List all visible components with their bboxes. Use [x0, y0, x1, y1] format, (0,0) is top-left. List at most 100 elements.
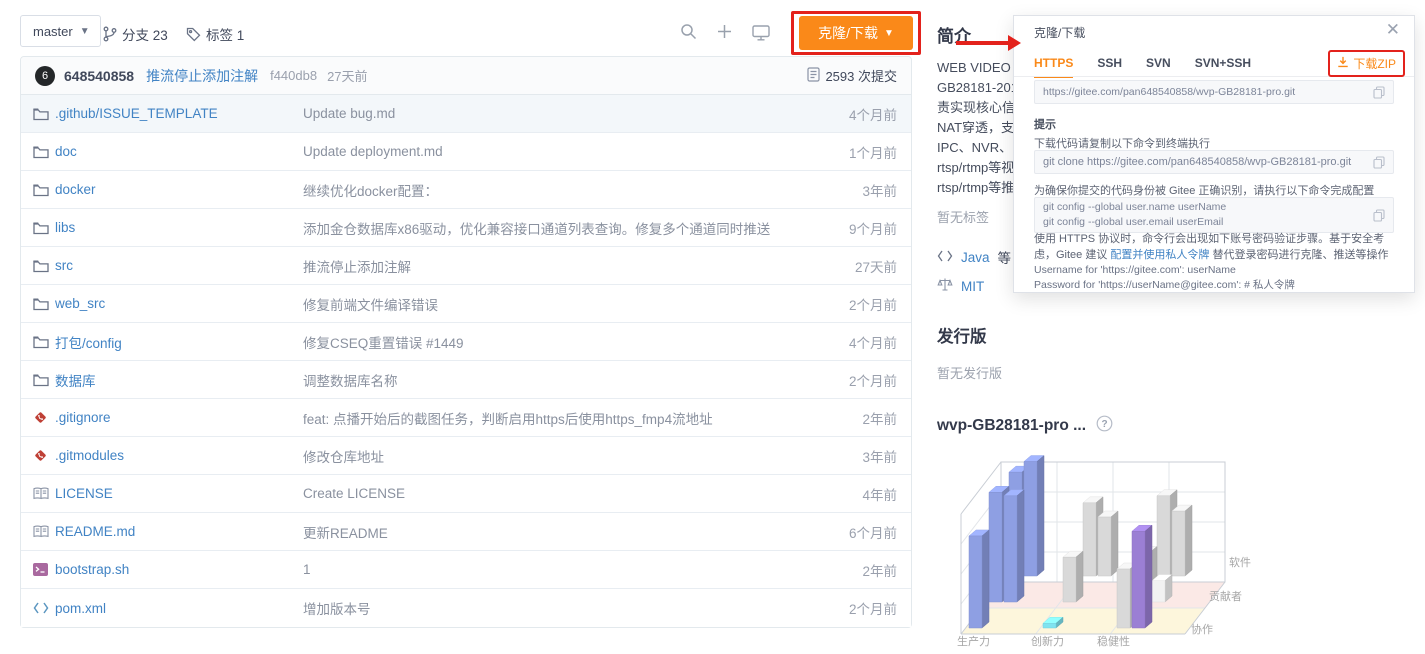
https-note-part2: 替代登录密码进行克隆、推送等操作: [1209, 249, 1388, 261]
code-icon: [937, 250, 953, 265]
chart-bar: [1152, 575, 1172, 602]
download-zip-label: 下载ZIP: [1353, 55, 1396, 72]
file-commit-message[interactable]: 推流停止添加注解: [303, 256, 807, 276]
file-commit-message[interactable]: 调整数据库名称: [303, 370, 807, 390]
file-name-link[interactable]: LICENSE: [55, 486, 303, 501]
file-name-link[interactable]: docker: [55, 182, 303, 197]
book-icon: [33, 487, 55, 500]
file-commit-message[interactable]: 修复前端文件编译错误: [303, 294, 807, 314]
example-username: Username for 'https://gitee.com': userNa…: [1034, 263, 1396, 278]
monitor-icon[interactable]: [752, 25, 770, 46]
tab-svn+ssh[interactable]: SVN+SSH: [1195, 56, 1251, 78]
git-clone-value: git clone https://gitee.com/pan648540858…: [1043, 156, 1351, 168]
file-commit-message[interactable]: 修复CSEQ重置错误 #1449: [303, 332, 807, 352]
chart-title-row: wvp-GB28181-pro ... ?: [937, 415, 1113, 437]
z-axis-label: 贡献者: [1209, 589, 1242, 603]
file-commit-message[interactable]: 1: [303, 562, 807, 577]
file-name-link[interactable]: .github/ISSUE_TEMPLATE: [55, 106, 303, 121]
file-name-link[interactable]: libs: [55, 220, 303, 235]
commit-message-link[interactable]: 推流停止添加注解: [146, 66, 258, 86]
table-row: bootstrap.sh 1 2年前: [21, 551, 911, 589]
file-browser: 6 648540858 推流停止添加注解 f440db8 27天前 2593 次…: [20, 56, 912, 628]
z-axis-label: 软件: [1229, 555, 1251, 569]
file-name-link[interactable]: doc: [55, 144, 303, 159]
branches-label: 分支 23: [122, 24, 168, 44]
file-name-link[interactable]: 数据库: [55, 370, 303, 390]
file-commit-time: 3年前: [807, 446, 911, 466]
folder-icon: [33, 335, 55, 349]
file-commit-time: 2个月前: [807, 370, 911, 390]
copy-icon[interactable]: [1373, 86, 1385, 99]
license-scale-icon: [937, 277, 953, 295]
file-commit-time: 2年前: [807, 408, 911, 428]
file-name-link[interactable]: web_src: [55, 296, 303, 311]
file-commit-message[interactable]: 更新README: [303, 522, 807, 542]
file-commit-message[interactable]: 增加版本号: [303, 598, 807, 618]
dialog-title: 克隆/下载: [1034, 24, 1085, 41]
file-name-link[interactable]: .gitmodules: [55, 448, 303, 463]
branch-selector-value: master: [33, 24, 73, 39]
close-icon[interactable]: ✕: [1386, 20, 1400, 40]
branch-selector[interactable]: master ▼: [20, 15, 101, 47]
plus-icon[interactable]: [716, 23, 733, 45]
table-row: doc Update deployment.md 1个月前: [21, 133, 911, 171]
git-config-name: git config --global user.name userName: [1043, 200, 1226, 215]
commits-count-link[interactable]: 2593 次提交: [807, 66, 897, 85]
git-icon: [33, 410, 55, 425]
chevron-down-icon: ▼: [80, 26, 90, 37]
tab-svn[interactable]: SVN: [1146, 56, 1171, 78]
folder-icon: [33, 297, 55, 311]
file-commit-message[interactable]: Update deployment.md: [303, 144, 807, 159]
file-commit-message[interactable]: Update bug.md: [303, 106, 807, 121]
folder-icon: [33, 373, 55, 387]
table-row: README.md 更新README 6个月前: [21, 513, 911, 551]
language-row: Java 等: [937, 247, 1011, 267]
download-zip-button[interactable]: 下载ZIP: [1328, 50, 1405, 77]
copy-icon[interactable]: [1373, 156, 1385, 169]
copy-icon[interactable]: [1373, 209, 1385, 222]
table-row: .gitmodules 修改仓库地址 3年前: [21, 437, 911, 475]
folder-icon: [33, 221, 55, 235]
hint-line-2: 为确保你提交的代码身份被 Gitee 正确识别，请执行以下命令完成配置: [1034, 182, 1396, 198]
svg-text:?: ?: [1101, 419, 1107, 430]
file-commit-message[interactable]: 添加金仓数据库x86驱动，优化兼容接口通道列表查询。修复多个通道同时推送: [303, 218, 807, 238]
table-row: pom.xml 增加版本号 2个月前: [21, 589, 911, 627]
file-commit-time: 3年前: [807, 180, 911, 200]
clone-download-button[interactable]: 克隆/下载 ▼: [799, 16, 913, 50]
tab-ssh[interactable]: SSH: [1097, 56, 1122, 78]
license-link[interactable]: MIT: [961, 279, 984, 294]
x-axis-label: 生产力: [957, 634, 990, 648]
search-icon[interactable]: [680, 23, 697, 45]
file-commit-message[interactable]: Create LICENSE: [303, 486, 807, 501]
x-axis-label: 稳健性: [1097, 634, 1130, 648]
avatar[interactable]: 6: [35, 66, 55, 86]
latest-commit-bar: 6 648540858 推流停止添加注解 f440db8 27天前 2593 次…: [21, 57, 911, 95]
file-commit-message[interactable]: 修改仓库地址: [303, 446, 807, 466]
token-link[interactable]: 配置并使用私人令牌: [1110, 249, 1209, 261]
file-name-link[interactable]: pom.xml: [55, 601, 303, 616]
hint-title: 提示: [1034, 116, 1396, 132]
committer-name[interactable]: 648540858: [64, 68, 134, 84]
git-config-commands[interactable]: git config --global user.name userName g…: [1034, 197, 1394, 233]
file-commit-message[interactable]: 继续优化docker配置：: [303, 180, 807, 200]
download-icon: [1337, 56, 1349, 71]
file-name-link[interactable]: 打包/config: [55, 332, 303, 352]
question-circle-icon[interactable]: ?: [1096, 415, 1113, 437]
git-clone-command[interactable]: git clone https://gitee.com/pan648540858…: [1034, 150, 1394, 174]
branches-link[interactable]: 分支 23: [103, 24, 168, 44]
tab-https[interactable]: HTTPS: [1034, 56, 1073, 78]
file-name-link[interactable]: src: [55, 258, 303, 273]
z-axis-label: 协作: [1191, 622, 1213, 636]
language-link[interactable]: Java: [961, 250, 990, 265]
file-commit-time: 27天前: [807, 256, 911, 276]
tag-icon: [186, 27, 201, 42]
table-row: web_src 修复前端文件编译错误 2个月前: [21, 285, 911, 323]
clone-url-input[interactable]: https://gitee.com/pan648540858/wvp-GB281…: [1034, 80, 1394, 104]
file-name-link[interactable]: bootstrap.sh: [55, 562, 303, 577]
file-name-link[interactable]: .gitignore: [55, 410, 303, 425]
annotation-arrow-head: [1008, 35, 1021, 51]
file-commit-message[interactable]: feat: 点播开始后的截图任务，判断启用https后使用https_fmp4流…: [303, 408, 807, 428]
tags-link[interactable]: 标签 1: [186, 24, 244, 44]
file-name-link[interactable]: README.md: [55, 524, 303, 539]
terminal-icon: [33, 563, 55, 576]
